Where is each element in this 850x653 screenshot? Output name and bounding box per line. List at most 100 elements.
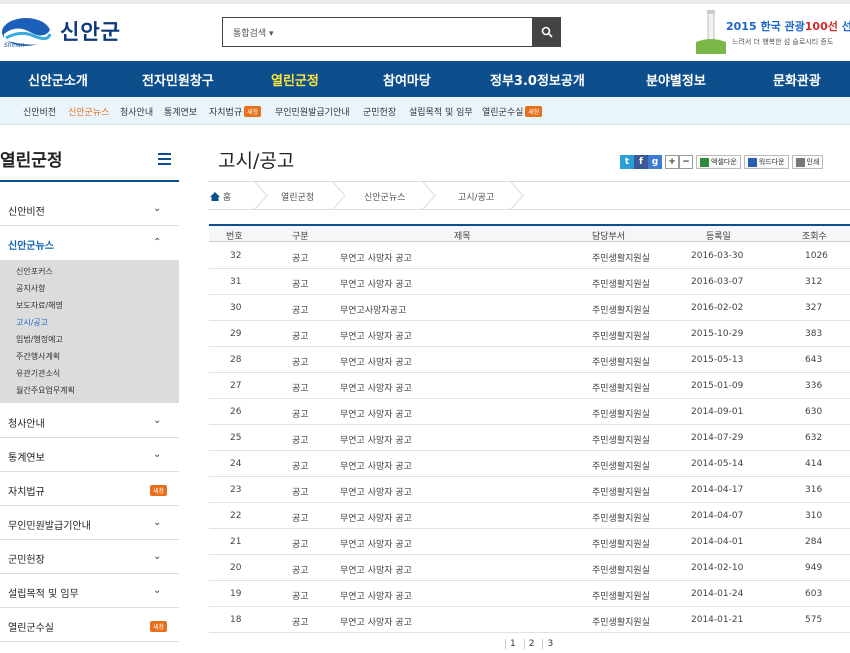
sub-item-press[interactable]: 보도자료/해명 — [16, 300, 63, 311]
cell-department: 주민생활지원실 — [592, 514, 650, 524]
breadcrumb-home[interactable]: 홈 — [210, 190, 231, 203]
sidebar-item-kiosk[interactable]: 무인민원발급기안내 ⌄ — [0, 506, 179, 540]
lnb-item-news[interactable]: 신안군뉴스 — [68, 105, 109, 118]
lnb-item-stats[interactable]: 통계연보 — [164, 105, 197, 118]
zoom-in-icon[interactable]: + — [665, 155, 679, 169]
cell-title[interactable]: 무연고 사망자 공고 — [340, 277, 412, 290]
sub-item-weekly[interactable]: 주간행사계획 — [16, 351, 60, 362]
cell-department: 주민생활지원실 — [592, 488, 650, 498]
gnb-item-intro[interactable]: 신안군소개 — [28, 70, 88, 89]
gnb-item-gov30[interactable]: 정부3.0정보공개 — [490, 70, 585, 89]
cell-title[interactable]: 무연고 사망자 공고 — [340, 459, 412, 472]
page-link[interactable]: 2 — [523, 639, 539, 649]
menu-icon[interactable] — [158, 153, 171, 165]
column-header: 등록일 — [706, 232, 731, 242]
sidebar-submenu: 신안포커스 공지사항 보도자료/해명 고시/공고 입법/행정예고 주간행사계획 … — [0, 260, 179, 403]
cell-department: 주민생활지원실 — [592, 618, 650, 628]
cell-title[interactable]: 무연고 사망자 공고 — [340, 251, 412, 264]
sub-item-announcements[interactable]: 고시/공고 — [16, 317, 48, 328]
sub-item-notices[interactable]: 공지사항 — [16, 283, 45, 294]
gnb-item-field-info[interactable]: 분야별정보 — [646, 70, 706, 89]
cell-title[interactable]: 무연고사망자공고 — [340, 303, 406, 316]
cell-category: 공고 — [292, 462, 309, 472]
chevron-down-icon: ⌄ — [153, 585, 162, 596]
breadcrumb-item[interactable]: 열린군정 — [281, 190, 314, 203]
lnb-item-vision[interactable]: 신안비전 — [23, 105, 56, 118]
gnb-item-culture[interactable]: 문화관광 — [773, 70, 821, 89]
cell-category: 공고 — [292, 384, 309, 394]
tourism-banner[interactable]: 2015 한국 관광100선 선정 느려서 더 행복한 섬 슬로시티 증도 — [696, 8, 850, 54]
sidebar-item-bylaws[interactable]: 자치법규 새창 — [0, 472, 179, 506]
cell-title[interactable]: 무연고 사망자 공고 — [340, 511, 412, 524]
cell-category: 공고 — [292, 540, 309, 550]
new-window-badge: 새창 — [525, 106, 543, 117]
breadcrumb-current: 고시/공고 — [458, 193, 495, 203]
pagination: 1 2 3 — [505, 639, 557, 649]
gnb-item-open-admin[interactable]: 열린군정 — [271, 70, 319, 89]
cell-title[interactable]: 무연고 사망자 공고 — [340, 329, 412, 342]
twitter-icon[interactable]: t — [620, 155, 634, 169]
cell-views: 310 — [805, 511, 823, 521]
site-logo[interactable]: 신안군 Shinan — [0, 12, 140, 52]
search-scope-select[interactable]: 통합검색 ▾ — [233, 26, 274, 39]
gnb-item-civil[interactable]: 전자민원창구 — [142, 70, 214, 89]
sidebar-item-governor[interactable]: 열린군수실 새창 — [0, 608, 179, 642]
sidebar-item-news[interactable]: 신안군뉴스 ⌃ — [0, 226, 179, 260]
cell-views: 1026 — [805, 251, 828, 261]
cell-date: 2014-07-29 — [691, 433, 744, 443]
cell-title[interactable]: 무연고 사망자 공고 — [340, 589, 412, 602]
cell-title[interactable]: 무연고 사망자 공고 — [340, 407, 412, 420]
cell-category: 공고 — [292, 254, 309, 264]
cell-category: 공고 — [292, 514, 309, 524]
cell-category: 공고 — [292, 410, 309, 420]
cell-number: 28 — [230, 355, 242, 365]
google-plus-icon[interactable]: g — [648, 155, 662, 169]
print-button[interactable]: 인쇄 — [791, 155, 824, 169]
lnb-item-kiosk[interactable]: 무인민원발급기안내 — [275, 105, 350, 118]
cell-number: 20 — [230, 563, 242, 573]
cell-category: 공고 — [292, 280, 309, 290]
cell-department: 주민생활지원실 — [592, 566, 650, 576]
lnb-item-bylaws[interactable]: 자치법규 새창 — [209, 105, 262, 118]
cell-title[interactable]: 무연고 사망자 공고 — [340, 615, 412, 628]
sidebar-divider — [0, 180, 179, 182]
banner-subtitle: 느려서 더 행복한 섬 슬로시티 증도 — [732, 38, 834, 46]
page-title: 고시/공고 — [218, 150, 295, 172]
excel-download-button[interactable]: 엑셀다운 — [696, 155, 741, 169]
breadcrumb-separator — [332, 182, 346, 209]
sub-item-monthly[interactable]: 월간주요업무계획 — [16, 385, 75, 396]
main-navigation: 신안군소개 전자민원창구 열린군정 참여마당 정부3.0정보공개 분야별정보 문… — [0, 61, 850, 97]
lnb-item-office[interactable]: 청사안내 — [120, 105, 153, 118]
sidebar-item-charter[interactable]: 군민헌장 ⌄ — [0, 540, 179, 574]
breadcrumb-item[interactable]: 신안군뉴스 — [364, 190, 405, 203]
sidebar-item-stats[interactable]: 통계연보 ⌄ — [0, 438, 179, 472]
share-toolbar: t f g + − 엑셀다운 워드다운 인쇄 — [620, 155, 824, 169]
gnb-item-participation[interactable]: 참여마당 — [383, 70, 431, 89]
page-link[interactable]: 1 — [505, 639, 520, 649]
sidebar-item-office[interactable]: 청사안내 ⌄ — [0, 404, 179, 438]
lnb-item-governor[interactable]: 열린군수실 새창 — [482, 105, 543, 118]
table-row: 27 공고 무연고 사망자 공고 주민생활지원실 2015-01-09 336 — [209, 373, 850, 399]
cell-date: 2016-02-02 — [691, 303, 744, 313]
cell-title[interactable]: 무연고 사망자 공고 — [340, 381, 412, 394]
cell-title[interactable]: 무연고 사망자 공고 — [340, 485, 412, 498]
cell-title[interactable]: 무연고 사망자 공고 — [340, 355, 412, 368]
search-button[interactable] — [532, 17, 561, 47]
sidebar-item-purpose[interactable]: 설립목적 및 임무 ⌄ — [0, 574, 179, 608]
page-link[interactable]: 3 — [542, 639, 557, 649]
lnb-item-charter[interactable]: 군민헌장 — [363, 105, 396, 118]
sidebar-item-vision[interactable]: 신안비전 ⌄ — [0, 192, 179, 226]
cell-title[interactable]: 무연고 사망자 공고 — [340, 537, 412, 550]
zoom-out-icon[interactable]: − — [679, 155, 693, 169]
cell-views: 284 — [805, 537, 823, 547]
sub-item-agencies[interactable]: 유관기관소식 — [16, 368, 60, 379]
word-download-button[interactable]: 워드다운 — [743, 155, 789, 169]
sidebar-item-label: 설립목적 및 임무 — [8, 589, 79, 600]
cell-title[interactable]: 무연고 사망자 공고 — [340, 563, 412, 576]
cell-title[interactable]: 무연고 사망자 공고 — [340, 433, 412, 446]
sub-item-legislation[interactable]: 입법/행정예고 — [16, 334, 63, 345]
sub-item-focus[interactable]: 신안포커스 — [16, 266, 53, 277]
table-row: 20 공고 무연고 사망자 공고 주민생활지원실 2014-02-10 949 — [209, 555, 850, 581]
facebook-icon[interactable]: f — [634, 155, 648, 169]
lnb-item-purpose[interactable]: 설립목적 및 임무 — [409, 105, 473, 118]
